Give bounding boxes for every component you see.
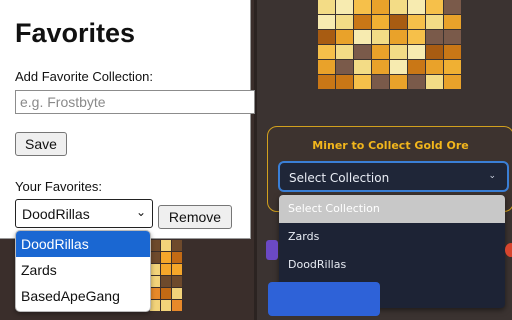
- pixel-block: [172, 252, 182, 263]
- pixel-block: [408, 60, 425, 74]
- pixel-block: [408, 75, 425, 89]
- pixel-block: [336, 30, 353, 44]
- pixel-block: [336, 15, 353, 29]
- pixel-block: [161, 276, 171, 287]
- pixel-block: [444, 60, 461, 74]
- pixel-block: [318, 0, 335, 14]
- pixel-block: [336, 45, 353, 59]
- favorite-option[interactable]: DoodRillas: [16, 231, 150, 257]
- pixel-block: [172, 264, 182, 275]
- pixel-block: [354, 60, 371, 74]
- pixel-block: [390, 75, 407, 89]
- pixel-block: [390, 15, 407, 29]
- favorite-option[interactable]: Zards: [16, 257, 150, 283]
- pixel-block: [336, 75, 353, 89]
- pixel-block: [390, 45, 407, 59]
- pixel-block: [372, 0, 389, 14]
- pixel-block: [372, 15, 389, 29]
- add-favorite-label: Add Favorite Collection:: [15, 69, 154, 84]
- favorites-select[interactable]: DoodRillas ⌄: [15, 199, 153, 228]
- pixel-block: [172, 300, 182, 311]
- pixel-block: [372, 60, 389, 74]
- pixel-block: [150, 288, 160, 299]
- pixel-block: [444, 75, 461, 89]
- remove-button[interactable]: Remove: [158, 205, 232, 229]
- your-favorites-label: Your Favorites:: [15, 179, 102, 194]
- pixel-block: [426, 15, 443, 29]
- pixel-block: [390, 30, 407, 44]
- pixel-block: [408, 45, 425, 59]
- pixel-block: [426, 60, 443, 74]
- pixel-block: [444, 30, 461, 44]
- pixel-block: [354, 0, 371, 14]
- pixel-block: [372, 75, 389, 89]
- pixel-block: [408, 0, 425, 14]
- pixel-block: [390, 60, 407, 74]
- pixel-block: [390, 0, 407, 14]
- pixel-block: [161, 288, 171, 299]
- pixel-block: [150, 264, 160, 275]
- collection-select[interactable]: Select Collection ⌄: [278, 161, 509, 192]
- pixel-block: [318, 30, 335, 44]
- pixel-block: [372, 45, 389, 59]
- pixel-block: [318, 75, 335, 89]
- pixel-block: [161, 300, 171, 311]
- pixel-block: [426, 0, 443, 14]
- notification-icon: [505, 243, 512, 257]
- collection-option[interactable]: Select Collection: [279, 195, 505, 223]
- pixel-block: [372, 30, 389, 44]
- popup-title: Favorites: [15, 18, 136, 48]
- pixel-block: [426, 30, 443, 44]
- pixel-block: [426, 75, 443, 89]
- pixel-block: [336, 60, 353, 74]
- pixel-block: [408, 15, 425, 29]
- active-tab[interactable]: [268, 282, 380, 316]
- pixel-block: [150, 240, 160, 251]
- favorites-popup: Favorites Add Favorite Collection: Save …: [0, 0, 255, 239]
- pixel-block: [318, 60, 335, 74]
- pixel-block: [318, 45, 335, 59]
- gold-ore-pixel-art: [318, 0, 465, 89]
- pixel-block: [444, 15, 461, 29]
- pixel-block: [172, 288, 182, 299]
- favorites-select-value: DoodRillas: [22, 206, 90, 222]
- pixel-block: [336, 0, 353, 14]
- pixel-block: [161, 252, 171, 263]
- pixel-block: [172, 276, 182, 287]
- pixel-block: [354, 15, 371, 29]
- pixel-block: [444, 0, 461, 14]
- favorite-collection-input[interactable]: [15, 90, 255, 114]
- pixel-block: [408, 30, 425, 44]
- collection-select-value: Select Collection: [289, 171, 390, 185]
- pixel-block: [172, 240, 182, 251]
- pixel-block: [354, 30, 371, 44]
- save-button[interactable]: Save: [15, 132, 67, 156]
- chevron-down-icon: ⌄: [488, 170, 496, 180]
- purple-tag: [266, 240, 278, 260]
- collection-option[interactable]: DoodRillas: [279, 251, 505, 279]
- favorites-dropdown: DoodRillas Zards BasedApeGang: [15, 230, 151, 312]
- pixel-block: [161, 240, 171, 251]
- miner-card-title: Miner to Collect Gold Ore: [312, 139, 469, 152]
- pixel-block: [426, 45, 443, 59]
- favorite-option[interactable]: BasedApeGang: [16, 283, 150, 309]
- pixel-block: [444, 45, 461, 59]
- pixel-block: [150, 276, 160, 287]
- pixel-block: [354, 75, 371, 89]
- pixel-block: [354, 45, 371, 59]
- collection-option[interactable]: Zards: [279, 223, 505, 251]
- panel-divider: [254, 0, 257, 320]
- chevron-down-icon: ⌄: [135, 205, 146, 219]
- pixel-block: [318, 15, 335, 29]
- pixel-block: [161, 264, 171, 275]
- pixel-block: [150, 252, 160, 263]
- pixel-block: [150, 300, 160, 311]
